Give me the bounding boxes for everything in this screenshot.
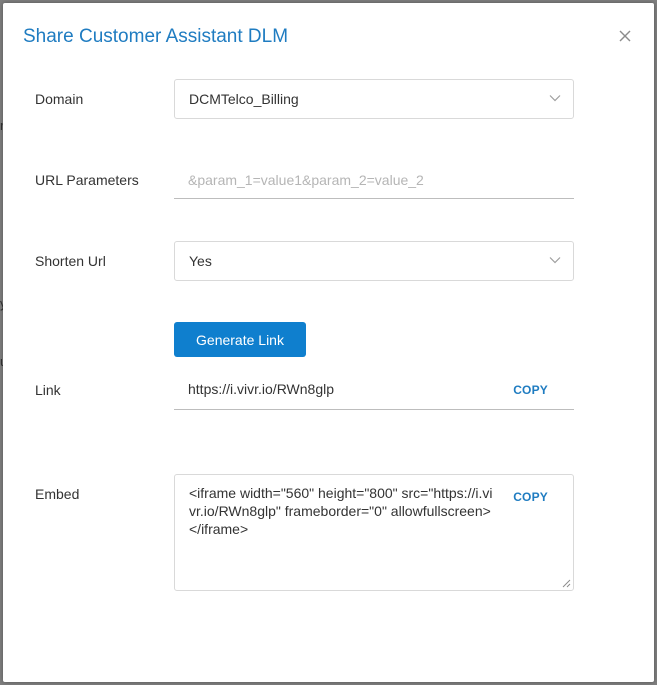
share-dialog: Share Customer Assistant DLM Domain DCMT… <box>3 3 654 682</box>
embed-code-value: <iframe width="560" height="800" src="ht… <box>189 485 493 537</box>
link-value: https://i.vivr.io/RWn8glp <box>188 381 335 397</box>
url-parameters-input[interactable] <box>174 161 574 199</box>
link-label: Link <box>35 382 61 398</box>
embed-label: Embed <box>35 486 80 502</box>
close-button[interactable] <box>616 27 634 45</box>
domain-select-value: DCMTelco_Billing <box>189 91 299 107</box>
chevron-down-icon <box>549 95 561 102</box>
url-parameters-label: URL Parameters <box>35 172 139 188</box>
embed-textarea[interactable]: <iframe width="560" height="800" src="ht… <box>174 474 574 591</box>
shorten-url-select-value: Yes <box>189 253 212 269</box>
chevron-down-icon <box>549 257 561 264</box>
copy-embed-button[interactable]: COPY <box>513 490 548 504</box>
generate-link-button[interactable]: Generate Link <box>174 322 306 357</box>
close-icon <box>619 30 631 42</box>
copy-link-button[interactable]: COPY <box>513 383 548 397</box>
resize-grip-icon[interactable] <box>562 579 571 588</box>
shorten-url-label: Shorten Url <box>35 253 106 269</box>
dialog-title: Share Customer Assistant DLM <box>23 26 289 47</box>
shorten-url-select[interactable]: Yes <box>174 241 574 281</box>
domain-select[interactable]: DCMTelco_Billing <box>174 79 574 119</box>
domain-label: Domain <box>35 91 84 107</box>
link-field[interactable]: https://i.vivr.io/RWn8glp COPY <box>174 371 574 410</box>
